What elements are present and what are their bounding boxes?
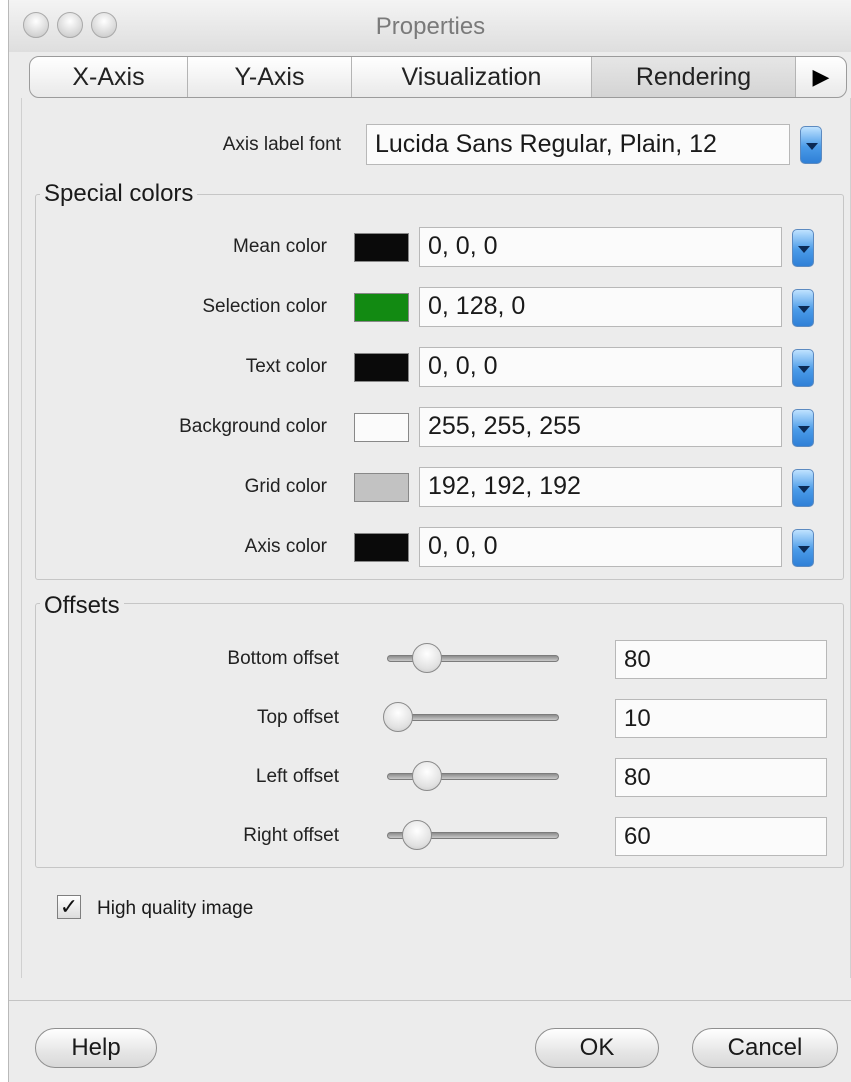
tab-bar: X-Axis Y-Axis Visualization Rendering ▶ — [29, 56, 847, 98]
left-offset-label: Left offset — [255, 766, 339, 787]
left-offset-slider-thumb[interactable] — [412, 761, 442, 791]
grid-color-swatch — [354, 473, 409, 502]
axis-color-label: Axis color — [244, 536, 327, 557]
text-color-label: Text color — [245, 356, 327, 377]
mean-color-label: Mean color — [233, 236, 327, 257]
help-button[interactable]: Help — [35, 1028, 157, 1068]
mean-color-swatch — [354, 233, 409, 262]
dialog-footer: Help OK Cancel — [9, 1000, 851, 1082]
ok-button[interactable]: OK — [535, 1028, 659, 1068]
top-offset-label: Top offset — [256, 707, 339, 728]
window-title: Properties — [375, 13, 486, 40]
top-offset-field[interactable]: 10 — [615, 699, 827, 738]
mean-color-field[interactable]: 0, 0, 0 — [419, 227, 782, 267]
axis-font-field[interactable]: Lucida Sans Regular, Plain, 12 — [366, 124, 790, 165]
text-color-dropdown-icon[interactable] — [792, 349, 814, 387]
right-offset-slider-thumb[interactable] — [402, 820, 432, 850]
selection-color-label: Selection color — [202, 296, 327, 317]
tab-visualization[interactable]: Visualization — [352, 57, 592, 97]
bottom-offset-label: Bottom offset — [227, 648, 339, 669]
background-color-field[interactable]: 255, 255, 255 — [419, 407, 782, 447]
grid-color-label: Grid color — [244, 476, 327, 497]
axis-font-dropdown-icon[interactable] — [800, 126, 822, 164]
bottom-offset-slider-thumb[interactable] — [412, 643, 442, 673]
selection-color-swatch — [354, 293, 409, 322]
tab-y-axis[interactable]: Y-Axis — [188, 57, 352, 97]
grid-color-field[interactable]: 192, 192, 192 — [419, 467, 782, 507]
title-bar: Properties — [9, 0, 851, 52]
mean-color-dropdown-icon[interactable] — [792, 229, 814, 267]
text-color-swatch — [354, 353, 409, 382]
tab-rendering[interactable]: Rendering — [592, 57, 796, 97]
axis-color-dropdown-icon[interactable] — [792, 529, 814, 567]
background-color-dropdown-icon[interactable] — [792, 409, 814, 447]
bottom-offset-field[interactable]: 80 — [615, 640, 827, 679]
axis-font-label: Axis label font — [222, 134, 341, 155]
properties-window: Properties X-Axis Y-Axis Visualization R… — [8, 0, 851, 1082]
grid-color-dropdown-icon[interactable] — [792, 469, 814, 507]
top-offset-slider-thumb[interactable] — [383, 702, 413, 732]
right-offset-label: Right offset — [243, 825, 339, 846]
tab-x-axis[interactable]: X-Axis — [30, 57, 188, 97]
special-colors-title: Special colors — [40, 180, 198, 208]
tab-scroll-right-icon[interactable]: ▶ — [796, 57, 846, 97]
right-offset-field[interactable]: 60 — [615, 817, 827, 856]
selection-color-field[interactable]: 0, 128, 0 — [419, 287, 782, 327]
text-color-field[interactable]: 0, 0, 0 — [419, 347, 782, 387]
high-quality-label: High quality image — [97, 898, 254, 919]
left-offset-field[interactable]: 80 — [615, 758, 827, 797]
background-color-label: Background color — [179, 416, 327, 437]
selection-color-dropdown-icon[interactable] — [792, 289, 814, 327]
cancel-button[interactable]: Cancel — [692, 1028, 838, 1068]
offsets-title: Offsets — [40, 592, 124, 620]
high-quality-checkbox[interactable]: ✓ — [57, 895, 81, 919]
axis-color-swatch — [354, 533, 409, 562]
axis-color-field[interactable]: 0, 0, 0 — [419, 527, 782, 567]
background-color-swatch — [354, 413, 409, 442]
